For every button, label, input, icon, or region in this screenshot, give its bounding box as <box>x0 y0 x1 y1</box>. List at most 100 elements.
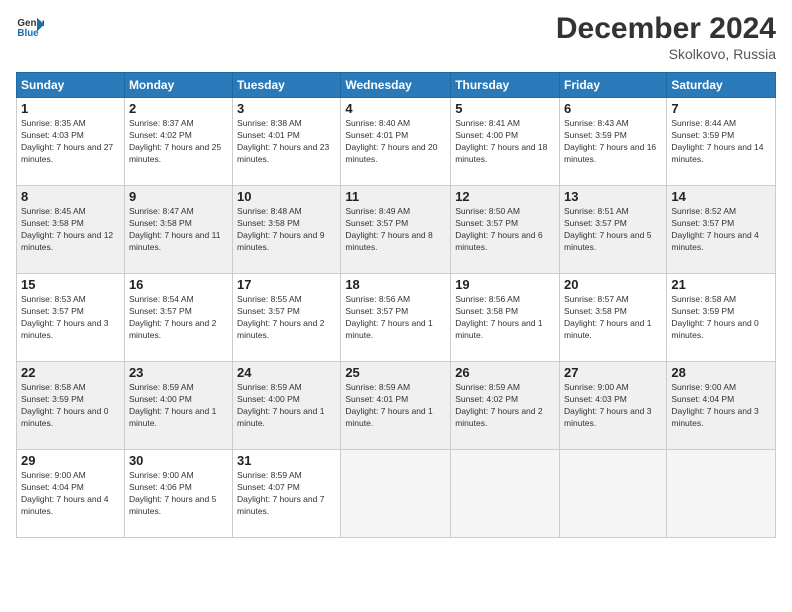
weekday-header-row: Sunday Monday Tuesday Wednesday Thursday… <box>17 73 776 98</box>
day-number: 28 <box>671 365 771 380</box>
calendar-cell: 12 Sunrise: 8:50 AMSunset: 3:57 PMDayligh… <box>451 186 560 274</box>
day-info: Sunrise: 8:59 AMSunset: 4:07 PMDaylight:… <box>237 470 336 518</box>
calendar-cell <box>560 450 667 538</box>
calendar-cell: 30Sunrise: 9:00 AMSunset: 4:06 PMDayligh… <box>124 450 232 538</box>
day-info: Sunrise: 9:00 AMSunset: 4:04 PMDaylight:… <box>671 382 771 430</box>
calendar-cell <box>341 450 451 538</box>
day-info: Sunrise: 8:37 AMSunset: 4:02 PMDaylight:… <box>129 118 228 166</box>
calendar-cell: 26 Sunrise: 8:59 AMSunset: 4:02 PMDayligh… <box>451 362 560 450</box>
calendar-cell: 17 Sunrise: 8:55 AMSunset: 3:57 PMDayligh… <box>233 274 341 362</box>
logo-icon: General Blue <box>16 12 44 40</box>
day-number: 8 <box>21 189 120 204</box>
calendar-row: 29Sunrise: 9:00 AMSunset: 4:04 PMDayligh… <box>17 450 776 538</box>
day-info: Sunrise: 8:44 AMSunset: 3:59 PMDaylight:… <box>671 118 771 166</box>
day-info: Sunrise: 8:54 AMSunset: 3:57 PMDaylight:… <box>129 294 228 342</box>
calendar-cell: 11 Sunrise: 8:49 AMSunset: 3:57 PMDayligh… <box>341 186 451 274</box>
day-info: Sunrise: 9:00 AMSunset: 4:06 PMDaylight:… <box>129 470 228 518</box>
col-saturday: Saturday <box>667 73 776 98</box>
day-info: Sunrise: 8:49 AMSunset: 3:57 PMDaylight:… <box>345 206 446 254</box>
day-number: 13 <box>564 189 662 204</box>
day-info: Sunrise: 8:56 AMSunset: 3:58 PMDaylight:… <box>455 294 555 342</box>
calendar-cell: 29Sunrise: 9:00 AMSunset: 4:04 PMDayligh… <box>17 450 125 538</box>
calendar-cell: 31 Sunrise: 8:59 AMSunset: 4:07 PMDayligh… <box>233 450 341 538</box>
day-info: Sunrise: 8:59 AMSunset: 4:00 PMDaylight:… <box>237 382 336 430</box>
logo: General Blue <box>16 12 44 40</box>
day-info: Sunrise: 8:38 AMSunset: 4:01 PMDaylight:… <box>237 118 336 166</box>
day-number: 20 <box>564 277 662 292</box>
calendar-cell: 18 Sunrise: 8:56 AMSunset: 3:57 PMDayligh… <box>341 274 451 362</box>
calendar-cell: 23 Sunrise: 8:59 AMSunset: 4:00 PMDayligh… <box>124 362 232 450</box>
calendar-cell: 3 Sunrise: 8:38 AMSunset: 4:01 PMDaylight… <box>233 98 341 186</box>
day-number: 4 <box>345 101 446 116</box>
day-number: 11 <box>345 189 446 204</box>
day-info: Sunrise: 8:35 AMSunset: 4:03 PMDaylight:… <box>21 118 120 166</box>
day-number: 15 <box>21 277 120 292</box>
day-number: 18 <box>345 277 446 292</box>
page-header: General Blue December 2024 Skolkovo, Rus… <box>16 12 776 62</box>
col-monday: Monday <box>124 73 232 98</box>
calendar-row: 22Sunrise: 8:58 AMSunset: 3:59 PMDayligh… <box>17 362 776 450</box>
calendar-cell: 19Sunrise: 8:56 AMSunset: 3:58 PMDayligh… <box>451 274 560 362</box>
calendar-cell: 24 Sunrise: 8:59 AMSunset: 4:00 PMDayligh… <box>233 362 341 450</box>
day-info: Sunrise: 8:51 AMSunset: 3:57 PMDaylight:… <box>564 206 662 254</box>
calendar-cell: 6Sunrise: 8:43 AMSunset: 3:59 PMDaylight… <box>560 98 667 186</box>
title-block: December 2024 Skolkovo, Russia <box>556 12 776 62</box>
day-info: Sunrise: 8:59 AMSunset: 4:00 PMDaylight:… <box>129 382 228 430</box>
day-number: 21 <box>671 277 771 292</box>
calendar: Sunday Monday Tuesday Wednesday Thursday… <box>16 72 776 538</box>
day-info: Sunrise: 8:55 AMSunset: 3:57 PMDaylight:… <box>237 294 336 342</box>
calendar-row: 8 Sunrise: 8:45 AMSunset: 3:58 PMDaylight… <box>17 186 776 274</box>
col-friday: Friday <box>560 73 667 98</box>
day-number: 10 <box>237 189 336 204</box>
day-number: 23 <box>129 365 228 380</box>
day-number: 9 <box>129 189 228 204</box>
col-thursday: Thursday <box>451 73 560 98</box>
svg-text:Blue: Blue <box>17 28 39 39</box>
calendar-cell: 21 Sunrise: 8:58 AMSunset: 3:59 PMDayligh… <box>667 274 776 362</box>
day-number: 22 <box>21 365 120 380</box>
day-info: Sunrise: 8:47 AMSunset: 3:58 PMDaylight:… <box>129 206 228 254</box>
day-info: Sunrise: 8:56 AMSunset: 3:57 PMDaylight:… <box>345 294 446 342</box>
day-number: 14 <box>671 189 771 204</box>
calendar-cell: 1 Sunrise: 8:35 AMSunset: 4:03 PMDaylight… <box>17 98 125 186</box>
day-info: Sunrise: 8:41 AMSunset: 4:00 PMDaylight:… <box>455 118 555 166</box>
calendar-cell: 14Sunrise: 8:52 AMSunset: 3:57 PMDayligh… <box>667 186 776 274</box>
day-number: 12 <box>455 189 555 204</box>
calendar-cell: 5 Sunrise: 8:41 AMSunset: 4:00 PMDaylight… <box>451 98 560 186</box>
day-info: Sunrise: 8:59 AMSunset: 4:02 PMDaylight:… <box>455 382 555 430</box>
day-number: 26 <box>455 365 555 380</box>
day-info: Sunrise: 9:00 AMSunset: 4:03 PMDaylight:… <box>564 382 662 430</box>
day-info: Sunrise: 8:40 AMSunset: 4:01 PMDaylight:… <box>345 118 446 166</box>
day-number: 31 <box>237 453 336 468</box>
day-info: Sunrise: 8:45 AMSunset: 3:58 PMDaylight:… <box>21 206 120 254</box>
day-info: Sunrise: 8:59 AMSunset: 4:01 PMDaylight:… <box>345 382 446 430</box>
day-number: 5 <box>455 101 555 116</box>
calendar-cell: 10 Sunrise: 8:48 AMSunset: 3:58 PMDayligh… <box>233 186 341 274</box>
day-info: Sunrise: 8:48 AMSunset: 3:58 PMDaylight:… <box>237 206 336 254</box>
day-number: 24 <box>237 365 336 380</box>
calendar-cell <box>451 450 560 538</box>
col-wednesday: Wednesday <box>341 73 451 98</box>
day-info: Sunrise: 8:53 AMSunset: 3:57 PMDaylight:… <box>21 294 120 342</box>
calendar-cell: 20 Sunrise: 8:57 AMSunset: 3:58 PMDayligh… <box>560 274 667 362</box>
calendar-cell: 7 Sunrise: 8:44 AMSunset: 3:59 PMDaylight… <box>667 98 776 186</box>
day-info: Sunrise: 8:50 AMSunset: 3:57 PMDaylight:… <box>455 206 555 254</box>
calendar-cell: 27Sunrise: 9:00 AMSunset: 4:03 PMDayligh… <box>560 362 667 450</box>
location: Skolkovo, Russia <box>556 46 776 62</box>
day-number: 3 <box>237 101 336 116</box>
calendar-row: 15 Sunrise: 8:53 AMSunset: 3:57 PMDayligh… <box>17 274 776 362</box>
day-number: 6 <box>564 101 662 116</box>
day-info: Sunrise: 8:58 AMSunset: 3:59 PMDaylight:… <box>671 294 771 342</box>
day-number: 17 <box>237 277 336 292</box>
calendar-cell: 13 Sunrise: 8:51 AMSunset: 3:57 PMDayligh… <box>560 186 667 274</box>
day-info: Sunrise: 8:57 AMSunset: 3:58 PMDaylight:… <box>564 294 662 342</box>
calendar-cell <box>667 450 776 538</box>
col-tuesday: Tuesday <box>233 73 341 98</box>
day-number: 7 <box>671 101 771 116</box>
day-number: 1 <box>21 101 120 116</box>
calendar-cell: 16Sunrise: 8:54 AMSunset: 3:57 PMDayligh… <box>124 274 232 362</box>
calendar-cell: 15 Sunrise: 8:53 AMSunset: 3:57 PMDayligh… <box>17 274 125 362</box>
day-info: Sunrise: 9:00 AMSunset: 4:04 PMDaylight:… <box>21 470 120 518</box>
calendar-cell: 25Sunrise: 8:59 AMSunset: 4:01 PMDayligh… <box>341 362 451 450</box>
calendar-cell: 2Sunrise: 8:37 AMSunset: 4:02 PMDaylight… <box>124 98 232 186</box>
